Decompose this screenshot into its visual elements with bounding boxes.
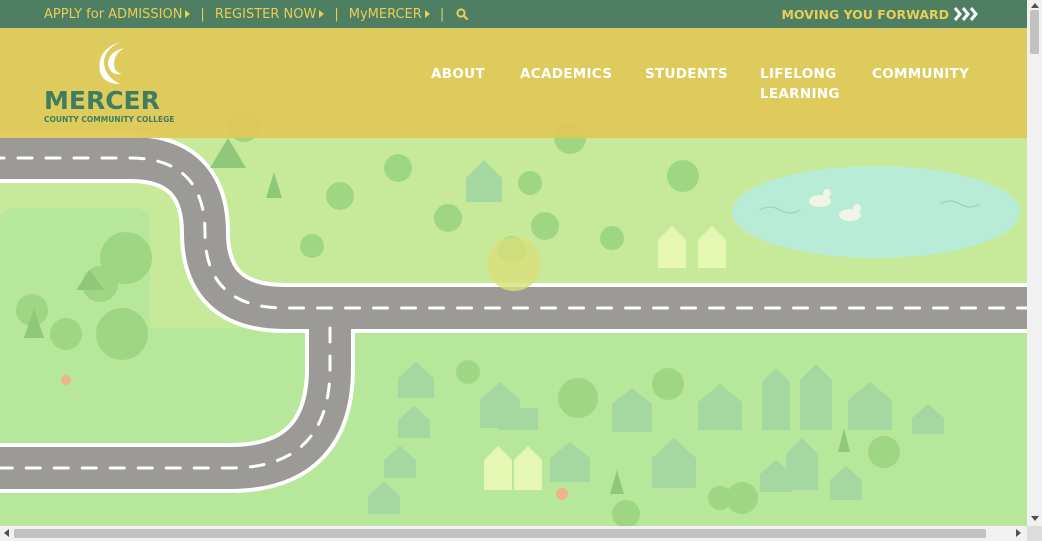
tagline[interactable]: MOVING YOU FORWARD — [781, 0, 979, 28]
logo-wordmark: MERCER — [44, 86, 160, 115]
separator: | — [439, 6, 445, 22]
nav-academics-label: ACADEMICS — [520, 66, 613, 82]
tagline-text: MOVING YOU FORWARD — [781, 6, 949, 22]
nav-academics[interactable]: ACADEMICS — [520, 64, 612, 84]
nav-about-label: ABOUT — [431, 66, 485, 82]
search-icon[interactable] — [456, 8, 469, 20]
caret-right-icon — [185, 10, 191, 18]
caret-right-icon — [424, 10, 430, 18]
separator: | — [200, 6, 205, 22]
mymercer-label: MyMERCER — [348, 6, 422, 22]
nav-students-label: STUDENTS — [645, 66, 728, 82]
scroll-right-arrow-icon[interactable] — [1016, 529, 1021, 537]
nav-learning-label: LEARNING — [760, 86, 840, 102]
nav-about[interactable]: ABOUT — [431, 64, 485, 84]
apply-admission-label: APPLY for ADMISSION — [44, 6, 183, 22]
scroll-up-arrow-icon[interactable] — [1031, 3, 1039, 8]
mymercer-link[interactable]: MyMERCER — [349, 7, 430, 22]
nav-community-label: COMMUNITY — [872, 66, 970, 82]
vertical-scroll-thumb[interactable] — [1030, 10, 1039, 54]
register-now-link[interactable]: REGISTER NOW — [215, 7, 325, 22]
apply-admission-link[interactable]: APPLY for ADMISSION — [44, 6, 191, 22]
mercer-logo[interactable]: MERCER COUNTY COMMUNITY COLLEGE — [44, 40, 174, 128]
triple-chevron-right-icon — [953, 7, 978, 21]
scroll-down-arrow-icon[interactable] — [1031, 516, 1039, 521]
horizontal-scroll-thumb[interactable] — [14, 529, 986, 538]
utility-bar: APPLY for ADMISSION | REGISTER NOW | MyM… — [0, 0, 1027, 28]
separator: | — [334, 6, 339, 22]
crescent-logo-icon — [99, 42, 124, 84]
scroll-left-arrow-icon[interactable] — [4, 529, 9, 537]
utility-links: APPLY for ADMISSION | REGISTER NOW | MyM… — [44, 0, 469, 28]
register-now-label: REGISTER NOW — [214, 6, 317, 22]
nav-community[interactable]: COMMUNITY — [872, 64, 969, 84]
nav-lifelong-label: LIFELONG — [760, 66, 837, 82]
nav-lifelong-learning[interactable]: LIFELONG LEARNING — [760, 64, 840, 104]
logo-subtitle: COUNTY COMMUNITY COLLEGE — [44, 115, 175, 124]
scrollbar-corner — [1027, 526, 1042, 541]
caret-right-icon — [319, 10, 325, 18]
nav-students[interactable]: STUDENTS — [645, 64, 728, 84]
vertical-scrollbar[interactable] — [1027, 0, 1042, 541]
